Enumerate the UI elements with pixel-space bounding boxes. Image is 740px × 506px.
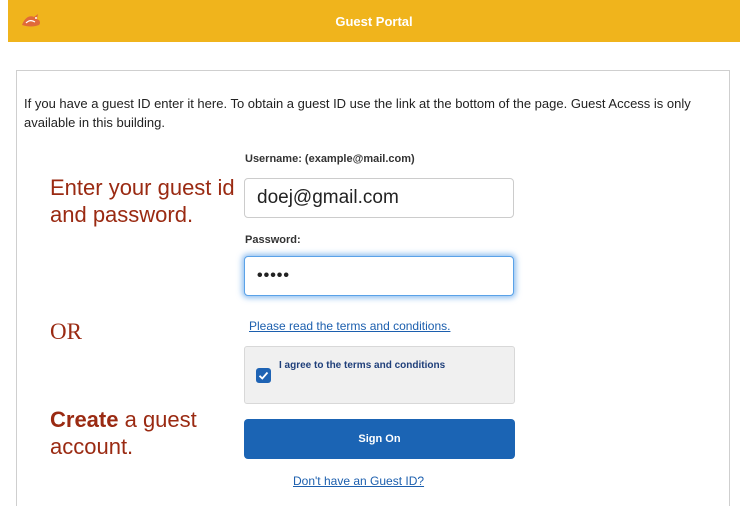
- password-input[interactable]: •••••: [244, 256, 514, 296]
- annotation-create-bold: Create: [50, 407, 119, 432]
- portal-header: Guest Portal: [8, 0, 740, 42]
- annotation-enter-credentials: Enter your guest id and password.: [50, 175, 235, 227]
- bird-logo-icon: [22, 14, 41, 27]
- annotation-or: OR: [50, 319, 82, 344]
- checkmark-icon: [258, 371, 269, 380]
- terms-link[interactable]: Please read the terms and conditions.: [249, 319, 450, 333]
- username-value: doej@gmail.com: [257, 187, 399, 208]
- agree-terms-box: I agree to the terms and conditions: [244, 346, 515, 404]
- username-label: Username: (example@mail.com): [245, 153, 415, 165]
- annotation-create-account: Create a guest account.: [50, 406, 240, 460]
- intro-text: If you have a guest ID enter it here. To…: [24, 96, 691, 130]
- password-value: •••••: [257, 267, 291, 284]
- agree-label: I agree to the terms and conditions: [279, 360, 446, 371]
- username-input[interactable]: doej@gmail.com: [244, 178, 514, 218]
- page-title: Guest Portal: [335, 13, 413, 29]
- no-guest-id-link[interactable]: Don't have an Guest ID?: [293, 474, 424, 488]
- sign-on-button[interactable]: Sign On: [244, 419, 515, 459]
- password-label: Password:: [245, 234, 301, 246]
- agree-checkbox[interactable]: [256, 368, 271, 383]
